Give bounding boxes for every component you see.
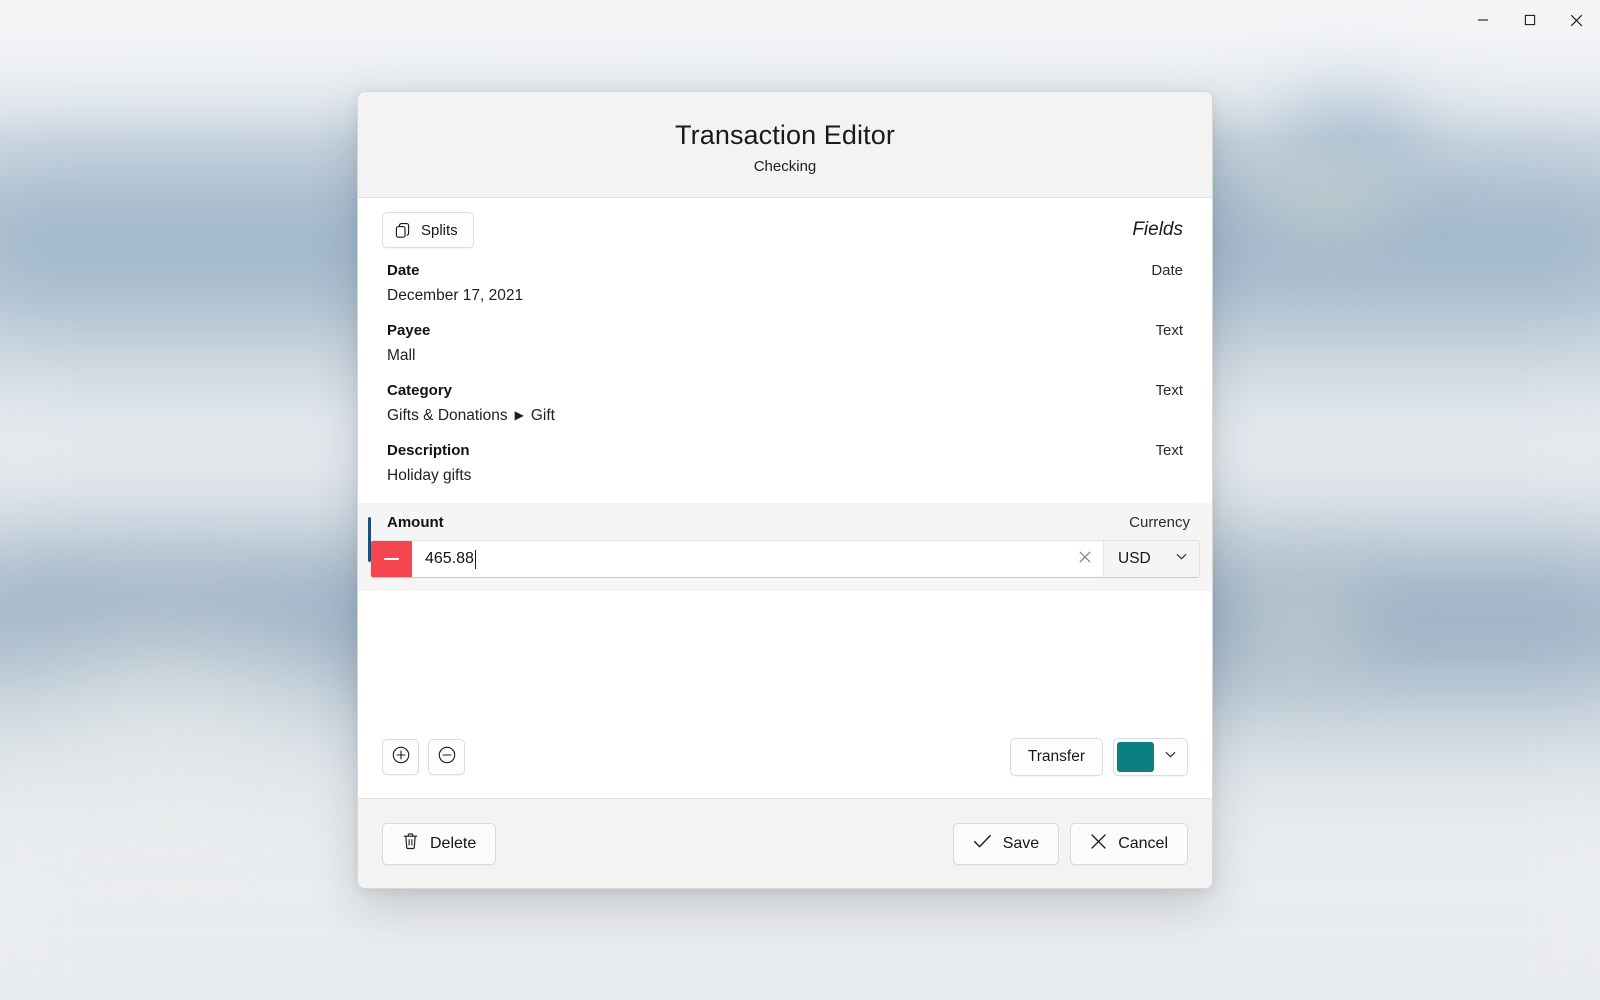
category-child: Gift bbox=[530, 407, 555, 424]
save-label: Save bbox=[1002, 834, 1040, 852]
field-type: Currency bbox=[1129, 514, 1190, 531]
amount-value: 465.88 bbox=[425, 550, 474, 567]
field-value: Gifts & Donations ▶ Gift bbox=[387, 403, 1183, 428]
chevron-down-icon bbox=[1164, 748, 1177, 766]
minimize-icon bbox=[1477, 14, 1489, 26]
desktop-background: Transaction Editor Checking Splits Field… bbox=[0, 0, 1600, 1000]
clear-amount-button[interactable] bbox=[1067, 541, 1103, 577]
field-row-category[interactable]: Category Text Gifts & Donations ▶ Gift bbox=[358, 374, 1212, 434]
dialog-body: Splits Fields Date Date December 17, 202… bbox=[358, 198, 1212, 798]
maximize-icon bbox=[1524, 14, 1536, 26]
splits-button[interactable]: Splits bbox=[382, 212, 474, 248]
field-type: Text bbox=[1155, 322, 1183, 339]
minimize-button[interactable] bbox=[1459, 0, 1506, 40]
currency-dropdown[interactable]: USD bbox=[1103, 541, 1199, 577]
close-icon bbox=[1090, 833, 1107, 855]
field-row-payee[interactable]: Payee Text Mall bbox=[358, 314, 1212, 374]
field-type: Text bbox=[1155, 442, 1183, 459]
trash-icon bbox=[402, 832, 419, 855]
field-row-amount[interactable]: Amount Currency 465.88 USD bbox=[358, 503, 1212, 591]
field-row-date[interactable]: Date Date December 17, 2021 bbox=[358, 254, 1212, 314]
close-icon bbox=[1078, 550, 1092, 569]
field-label: Amount bbox=[387, 514, 444, 531]
transfer-label: Transfer bbox=[1027, 748, 1085, 765]
splits-label: Splits bbox=[421, 221, 458, 239]
delete-button[interactable]: Delete bbox=[382, 822, 497, 865]
amount-input[interactable]: 465.88 bbox=[412, 541, 1067, 577]
active-row-accent bbox=[368, 517, 371, 562]
field-label: Date bbox=[387, 262, 420, 279]
row-action-bar: Transfer bbox=[358, 738, 1212, 798]
add-field-button[interactable] bbox=[382, 739, 419, 775]
sign-toggle-button[interactable] bbox=[371, 541, 412, 577]
transfer-button[interactable]: Transfer bbox=[1009, 738, 1103, 776]
transfer-color-group: Transfer bbox=[1009, 738, 1188, 776]
transaction-editor-dialog: Transaction Editor Checking Splits Field… bbox=[357, 91, 1213, 889]
check-icon bbox=[973, 833, 992, 854]
remove-field-button[interactable] bbox=[428, 739, 465, 775]
color-swatch[interactable] bbox=[1117, 742, 1154, 772]
row-add-remove-group bbox=[382, 739, 465, 775]
wallpaper-blob-light bbox=[0, 600, 380, 860]
fields-column-header: Fields bbox=[1132, 219, 1183, 240]
close-icon bbox=[1570, 14, 1583, 27]
field-value: Mall bbox=[387, 347, 416, 364]
cancel-label: Cancel bbox=[1118, 834, 1168, 852]
copy-icon bbox=[395, 222, 412, 239]
body-toolbar: Splits Fields bbox=[358, 198, 1212, 254]
field-label: Category bbox=[387, 382, 453, 399]
chevron-down-icon bbox=[1175, 550, 1188, 568]
close-button[interactable] bbox=[1553, 0, 1600, 40]
field-label: Payee bbox=[387, 322, 431, 339]
field-type: Text bbox=[1155, 382, 1183, 399]
field-value: Holiday gifts bbox=[387, 467, 472, 484]
page-title: Transaction Editor bbox=[675, 120, 895, 150]
currency-value: USD bbox=[1118, 550, 1151, 567]
dialog-footer: Delete Save Cancel bbox=[358, 798, 1212, 888]
minus-circle-icon bbox=[437, 745, 457, 770]
field-type: Date bbox=[1151, 262, 1183, 279]
account-subtitle: Checking bbox=[753, 158, 817, 175]
dialog-header: Transaction Editor Checking bbox=[358, 92, 1212, 198]
color-picker-split-button bbox=[1113, 738, 1188, 776]
plus-circle-icon bbox=[391, 745, 411, 770]
field-label: Description bbox=[387, 442, 470, 459]
cancel-button[interactable]: Cancel bbox=[1070, 822, 1188, 865]
chevron-right-icon: ▶ bbox=[514, 407, 524, 422]
wallpaper-blob-green-top bbox=[1250, 140, 1410, 250]
footer-confirm-group: Save Cancel bbox=[952, 822, 1188, 865]
amount-input-group: 465.88 USD bbox=[370, 540, 1200, 578]
text-caret bbox=[474, 549, 476, 569]
field-list: Date Date December 17, 2021 Payee Text M… bbox=[358, 254, 1212, 591]
maximize-button[interactable] bbox=[1506, 0, 1553, 40]
field-row-description[interactable]: Description Text Holiday gifts bbox=[358, 434, 1212, 494]
color-dropdown-toggle[interactable] bbox=[1154, 739, 1187, 775]
category-parent: Gifts & Donations bbox=[387, 407, 508, 424]
delete-label: Delete bbox=[430, 834, 477, 852]
field-value: December 17, 2021 bbox=[387, 287, 524, 304]
save-button[interactable]: Save bbox=[952, 822, 1060, 865]
window-titlebar bbox=[0, 0, 1600, 40]
wallpaper-blob-green-bottom bbox=[1225, 560, 1375, 690]
minus-icon bbox=[384, 557, 399, 561]
